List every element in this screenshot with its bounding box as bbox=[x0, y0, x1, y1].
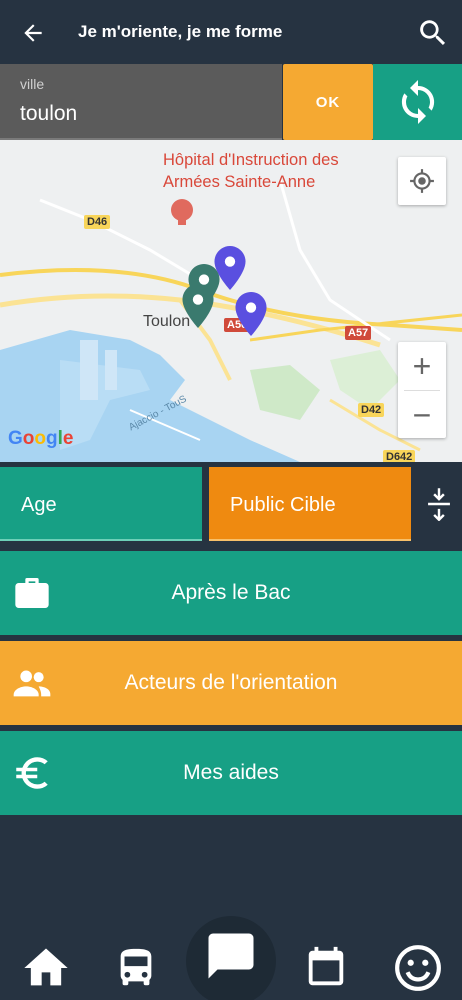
people-icon bbox=[10, 661, 54, 705]
crosshair-icon bbox=[410, 169, 434, 193]
city-field[interactable]: ville bbox=[0, 64, 282, 140]
briefcase-icon bbox=[10, 571, 54, 615]
mes-aides-button[interactable]: Mes aides bbox=[0, 731, 462, 815]
refresh-button[interactable] bbox=[373, 64, 462, 140]
expand-collapse-button[interactable] bbox=[420, 485, 458, 523]
nav-bus[interactable] bbox=[108, 940, 164, 996]
road-shield-d42: D42 bbox=[358, 403, 385, 417]
refresh-icon bbox=[401, 80, 434, 124]
smiley-icon bbox=[395, 945, 441, 991]
age-filter-label: Age bbox=[21, 494, 57, 516]
public-filter-label: Public Cible bbox=[230, 494, 336, 516]
public-filter[interactable]: Public Cible bbox=[209, 467, 411, 541]
road-shield-d642: D642 bbox=[383, 450, 416, 462]
app-header: Je m'oriente, je me forme bbox=[0, 0, 462, 64]
city-search-bar: ville OK bbox=[0, 64, 462, 140]
expand-collapse-icon bbox=[428, 488, 450, 521]
apres-le-bac-button[interactable]: Après le Bac bbox=[0, 551, 462, 635]
map-marker-blue[interactable] bbox=[235, 292, 267, 336]
back-button[interactable] bbox=[16, 16, 50, 50]
bus-icon bbox=[120, 948, 152, 986]
calendar-icon bbox=[308, 946, 344, 986]
city-input[interactable] bbox=[20, 102, 270, 126]
city-field-label: ville bbox=[20, 76, 45, 92]
zoom-in-button[interactable]: + bbox=[398, 342, 446, 390]
road-shield-d46: D46 bbox=[84, 215, 111, 229]
nav-chat[interactable] bbox=[201, 926, 261, 986]
zoom-out-button[interactable]: − bbox=[398, 391, 446, 439]
search-button[interactable] bbox=[414, 14, 452, 52]
my-location-button[interactable] bbox=[398, 157, 446, 205]
nav-profile[interactable] bbox=[390, 940, 446, 996]
euro-icon bbox=[10, 751, 54, 795]
chat-icon bbox=[208, 933, 254, 979]
map-marker-green[interactable] bbox=[182, 284, 214, 328]
google-attribution: Google bbox=[8, 428, 74, 449]
search-icon bbox=[420, 20, 446, 46]
home-icon bbox=[24, 948, 68, 986]
arrow-left-icon bbox=[24, 24, 42, 42]
mes-aides-label: Mes aides bbox=[183, 761, 279, 784]
map-view[interactable]: Hôpital d'Instruction des Armées Sainte-… bbox=[0, 140, 462, 462]
page-title: Je m'oriente, je me forme bbox=[78, 22, 283, 41]
nav-home[interactable] bbox=[18, 940, 74, 996]
nav-calendar[interactable] bbox=[298, 940, 354, 996]
acteurs-orientation-label: Acteurs de l'orientation bbox=[124, 671, 338, 694]
map-label-hospital: Hôpital d'Instruction des Armées Sainte-… bbox=[163, 151, 339, 191]
filters-row: Age Public Cible bbox=[0, 467, 462, 541]
apres-le-bac-label: Après le Bac bbox=[171, 581, 291, 604]
road-shield-a57: A57 bbox=[345, 326, 372, 340]
age-filter[interactable]: Age bbox=[0, 467, 202, 541]
acteurs-orientation-button[interactable]: Acteurs de l'orientation bbox=[0, 641, 462, 725]
ok-button[interactable]: OK bbox=[283, 64, 373, 140]
zoom-controls: + − bbox=[398, 342, 446, 438]
